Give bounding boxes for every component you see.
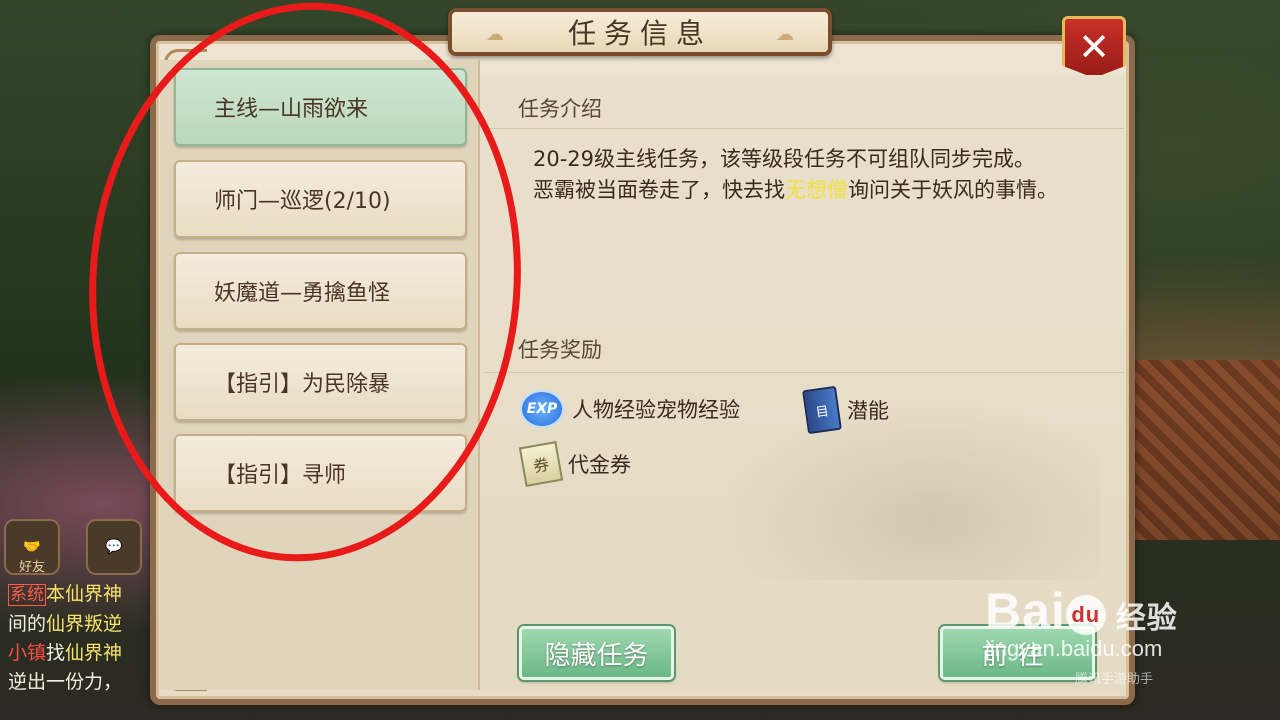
reward-label: 人物经验宠物经验 — [572, 398, 740, 422]
coupon-icon: 券 — [518, 441, 564, 487]
npc-link[interactable]: 无想僧 — [785, 178, 848, 202]
quest-item-label: 主线—山雨欲来 — [214, 97, 369, 122]
building-roof — [1135, 360, 1280, 540]
cloud-ornament-icon: ☁ — [486, 24, 504, 45]
chat-line: 系统 本仙界神 — [8, 583, 123, 606]
watermark-brand: Bai — [985, 583, 1066, 639]
watermark-jingyan: 经验 — [1115, 602, 1178, 635]
reward-label: 代金券 — [568, 453, 631, 477]
system-tag: 系统 — [8, 584, 46, 606]
description-line: 恶霸被当面卷走了，快去找无想僧询问关于妖风的事情。 — [533, 178, 1058, 202]
quest-item-label: 【指引】为民除暴 — [214, 372, 391, 397]
close-button[interactable]: ✕ — [1062, 16, 1126, 78]
friend-label: 好友 — [18, 560, 45, 575]
hide-quest-button[interactable]: 隐藏任务 — [519, 626, 674, 680]
quest-item-guide-2[interactable]: 【指引】寻师 — [174, 434, 467, 512]
exp-icon: EXP — [520, 390, 564, 428]
baidu-paw-icon: du — [1065, 594, 1106, 635]
handshake-icon: 🤝 — [23, 539, 41, 555]
chat-bubble-icon: 💬 — [105, 539, 123, 555]
quest-item-sect[interactable]: 师门—巡逻(2/10) — [174, 160, 467, 238]
quest-item-label: 妖魔道—勇擒鱼怪 — [214, 281, 391, 306]
chat-button[interactable]: 💬 — [86, 519, 142, 575]
reward-label: 潜能 — [847, 399, 889, 423]
quest-item-label: 【指引】寻师 — [214, 463, 347, 488]
rewards-heading: 任务奖励 — [518, 338, 602, 362]
quest-description: 20-29级主线任务，该等级段任务不可组队同步完成。 恶霸被当面卷走了，快去找无… — [533, 144, 1093, 206]
cloud-ornament-icon: ☁ — [776, 24, 794, 45]
watermark-small: 腾讯手游助手 — [1075, 671, 1154, 686]
intro-heading: 任务介绍 — [518, 97, 602, 121]
divider — [484, 128, 1124, 129]
quest-item-guide-1[interactable]: 【指引】为民除暴 — [174, 343, 467, 421]
dialog-title: 任务信息 — [567, 17, 712, 50]
dialog-title-plate: ☁ 任务信息 ☁ — [448, 8, 832, 56]
chat-log: 系统 本仙界神 间的仙界叛逆 小镇找仙界神 逆出一份力， — [8, 580, 150, 697]
watermark-url: jingyan.baidu.com — [985, 636, 1163, 661]
reward-potential[interactable]: 目 潜能 — [802, 385, 889, 435]
quest-item-demon[interactable]: 妖魔道—勇擒鱼怪 — [174, 252, 467, 330]
reward-exp[interactable]: EXP 人物经验宠物经验 — [520, 390, 740, 428]
landscape-painting — [680, 380, 1100, 580]
divider — [484, 372, 1124, 373]
friend-button[interactable]: 🤝 好友 — [4, 519, 60, 575]
chat-line: 间的仙界叛逆 — [8, 613, 123, 635]
close-icon: ✕ — [1078, 25, 1110, 69]
chat-line: 逆出一份力， — [8, 671, 123, 693]
baidu-watermark: Bai du 经验 jingyan.baidu.com 腾讯手游助手 — [985, 582, 1178, 686]
chat-area: 🤝 好友 💬 系统 本仙界神 间的仙界叛逆 小镇找仙界神 逆出一份力， — [0, 515, 150, 720]
quest-item-main[interactable]: 主线—山雨欲来 — [174, 68, 467, 146]
quest-item-label: 师门—巡逻(2/10) — [214, 189, 391, 214]
reward-coupon[interactable]: 券 代金券 — [518, 441, 631, 487]
chat-line: 小镇找仙界神 — [8, 642, 123, 664]
book-icon: 目 — [802, 385, 842, 435]
description-line: 20-29级主线任务，该等级段任务不可组队同步完成。 — [533, 147, 1036, 171]
